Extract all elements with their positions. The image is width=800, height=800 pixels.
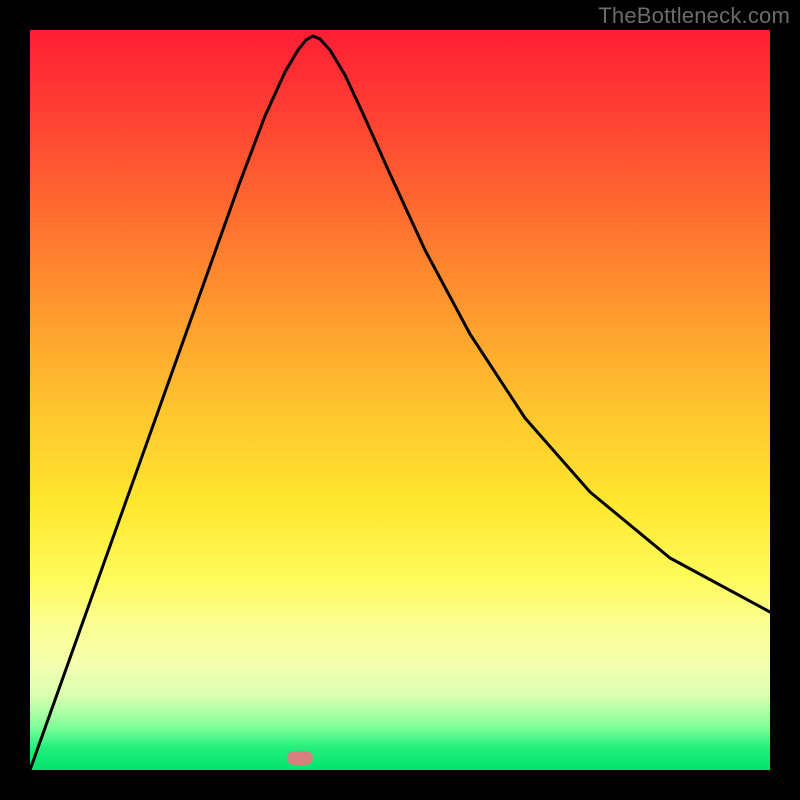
minimum-marker <box>287 751 313 765</box>
chart-frame: TheBottleneck.com <box>0 0 800 800</box>
watermark-text: TheBottleneck.com <box>598 3 790 29</box>
plot-area <box>30 30 770 770</box>
bottleneck-curve <box>30 30 770 770</box>
